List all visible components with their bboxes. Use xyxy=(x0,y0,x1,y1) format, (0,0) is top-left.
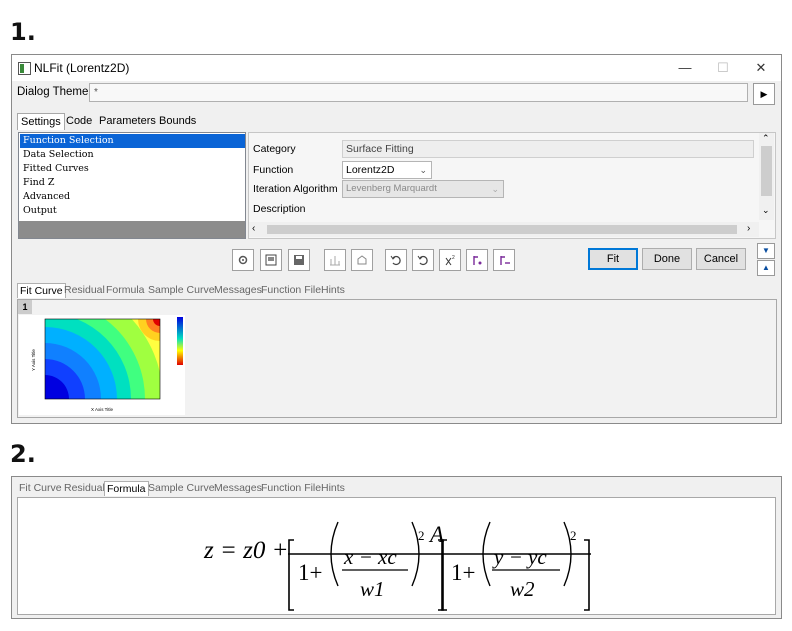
x-axis-title: X Axis Title xyxy=(91,407,114,412)
window-title: NLFit (Lorentz2D) xyxy=(34,61,130,75)
formula-x-term: x − xc xyxy=(343,545,397,569)
nlfit-dialog: NLFit (Lorentz2D) — ☐ ✕ Dialog Theme * ▶… xyxy=(11,54,782,424)
tab-residual[interactable]: Residual xyxy=(62,283,107,297)
formula-display: z = z0 + A 1+ 1+ x − xc w1 y − yc w2 2 2 xyxy=(17,497,776,615)
save-icon[interactable] xyxy=(288,249,310,271)
tab-fit-curve[interactable]: Fit Curve xyxy=(17,481,64,495)
tab-messages[interactable]: Messages xyxy=(212,283,264,297)
tab-hints[interactable]: Hints xyxy=(319,283,347,297)
iteration-algorithm-combo[interactable]: Levenberg Marquardt ⌄ xyxy=(342,180,504,198)
step-number-2: 2. xyxy=(10,440,36,468)
vertical-scroll-thumb[interactable] xyxy=(761,146,772,196)
category-label: Category xyxy=(253,143,296,155)
redo-icon[interactable] xyxy=(412,249,434,271)
tab-fit-curve[interactable]: Fit Curve xyxy=(17,283,66,298)
category-value: Surface Fitting xyxy=(342,140,754,158)
list-item-find-z[interactable]: Find Z xyxy=(20,176,245,190)
formula-lhs: z = z0 + xyxy=(203,537,288,564)
tab-residual[interactable]: Residual xyxy=(62,481,107,495)
scroll-left-icon[interactable]: ‹ xyxy=(252,223,255,234)
tab-settings[interactable]: Settings xyxy=(17,113,65,130)
tab-messages[interactable]: Messages xyxy=(212,481,264,495)
formula-y-term: y − yc xyxy=(492,545,547,569)
maximize-button[interactable]: ☐ xyxy=(710,59,736,77)
scroll-down-icon[interactable]: ⌄ xyxy=(762,205,770,216)
dialog-theme-label: Dialog Theme xyxy=(17,86,89,98)
app-icon xyxy=(18,62,31,75)
step-number-1: 1. xyxy=(10,18,36,46)
list-item-advanced[interactable]: Advanced xyxy=(20,190,245,204)
fit-button[interactable]: Fit xyxy=(588,248,638,270)
settings-icon[interactable] xyxy=(232,249,254,271)
horizontal-scroll-thumb[interactable] xyxy=(267,225,737,234)
scroll-right-icon[interactable]: › xyxy=(747,223,750,234)
list-empty-area xyxy=(19,221,245,238)
done-button[interactable]: Done xyxy=(642,248,692,270)
svg-text:2: 2 xyxy=(452,255,455,261)
description-label: Description xyxy=(253,203,306,215)
tab-formula[interactable]: Formula xyxy=(104,481,149,496)
iteration-algorithm-label: Iteration Algorithm xyxy=(253,183,338,195)
list-item-data-selection[interactable]: Data Selection xyxy=(20,148,245,162)
minimize-button[interactable]: — xyxy=(672,59,698,77)
formula-w1: w1 xyxy=(360,577,385,601)
bar-chart-icon[interactable] xyxy=(324,249,346,271)
properties-panel: Category Surface Fitting Function Lorent… xyxy=(248,132,776,239)
fit-once-icon[interactable] xyxy=(466,249,488,271)
chevron-down-icon: ⌄ xyxy=(491,184,499,194)
dialog-theme-combo[interactable]: * xyxy=(89,83,748,102)
open-file-icon[interactable] xyxy=(260,249,282,271)
function-label: Function xyxy=(253,164,294,176)
formula-w2: w2 xyxy=(510,577,535,601)
chi-square-icon[interactable]: 2 xyxy=(439,249,461,271)
vertical-scrollbar[interactable]: ⌃ ⌄ xyxy=(759,133,774,220)
tab-bounds[interactable]: Bounds xyxy=(156,113,199,129)
close-button[interactable]: ✕ xyxy=(748,59,774,77)
function-combo-value: Lorentz2D xyxy=(346,164,395,176)
collapse-down-button[interactable]: ▼ xyxy=(757,243,775,259)
tab-formula[interactable]: Formula xyxy=(104,283,147,297)
list-item-output[interactable]: Output xyxy=(20,204,245,218)
formula-one-a: 1+ xyxy=(298,560,322,585)
formula-one-b: 1+ xyxy=(451,560,475,585)
cube-icon[interactable] xyxy=(351,249,373,271)
cancel-button[interactable]: Cancel xyxy=(696,248,746,270)
list-item-function-selection[interactable]: Function Selection xyxy=(20,134,245,148)
tab-parameters[interactable]: Parameters xyxy=(96,113,159,129)
undo-icon[interactable] xyxy=(385,249,407,271)
theme-menu-arrow-button[interactable]: ▶ xyxy=(753,83,775,105)
tab-sample-curve[interactable]: Sample Curve xyxy=(146,481,217,495)
iteration-algorithm-value: Levenberg Marquardt xyxy=(346,183,437,194)
y-axis-title: Y Axis Title xyxy=(31,349,36,371)
function-combo[interactable]: Lorentz2D ⌄ xyxy=(342,161,432,179)
settings-page-list: Function Selection Data Selection Fitted… xyxy=(18,132,246,239)
layer-tag: 1 xyxy=(18,300,32,314)
tab-sample-curve[interactable]: Sample Curve xyxy=(146,283,217,297)
fit-curve-panel: 1 X Axis Title Y Axis Title xyxy=(17,299,777,418)
fit-until-done-icon[interactable] xyxy=(493,249,515,271)
contour-preview: X Axis Title Y Axis Title xyxy=(19,315,185,415)
horizontal-scrollbar[interactable]: ‹ › xyxy=(249,222,759,237)
title-bar: NLFit (Lorentz2D) — ☐ ✕ xyxy=(12,55,781,81)
tab-code[interactable]: Code xyxy=(63,113,95,129)
tab-function-file[interactable]: Function File xyxy=(259,283,323,297)
tab-hints[interactable]: Hints xyxy=(319,481,347,495)
formula-exponent-a: 2 xyxy=(418,528,425,543)
list-item-fitted-curves[interactable]: Fitted Curves xyxy=(20,162,245,176)
scroll-up-icon[interactable]: ⌃ xyxy=(762,133,770,144)
chevron-down-icon: ⌄ xyxy=(419,165,427,175)
formula-exponent-b: 2 xyxy=(570,528,577,543)
collapse-up-button[interactable]: ▲ xyxy=(757,260,775,276)
tab-function-file[interactable]: Function File xyxy=(259,481,323,495)
formula-tab-panel: Fit Curve Residual Formula Sample Curve … xyxy=(11,476,782,619)
